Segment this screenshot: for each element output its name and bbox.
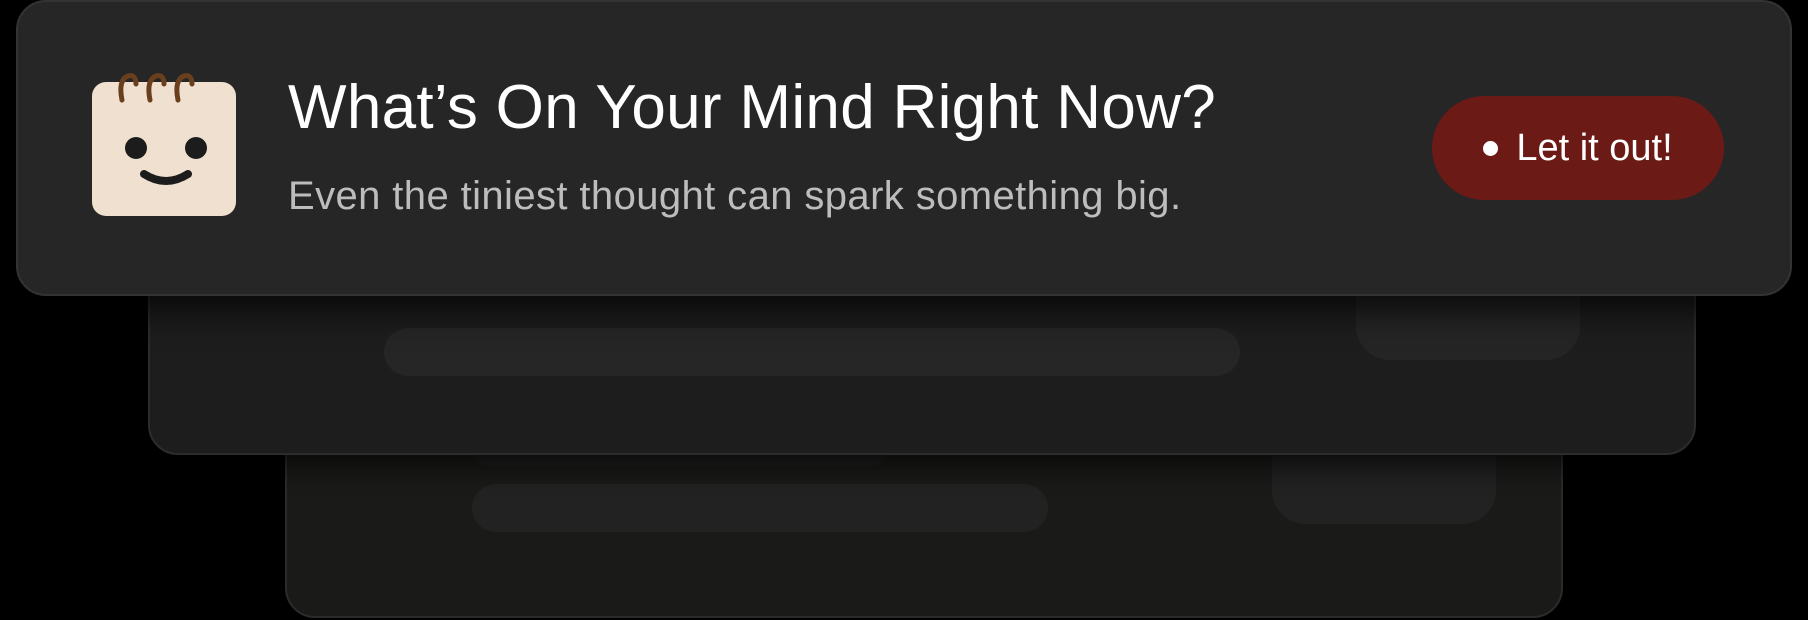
let-it-out-button[interactable]: Let it out! xyxy=(1432,96,1724,200)
prompt-subtitle: Even the tiniest thought can spark somet… xyxy=(288,174,1182,218)
let-it-out-label: Let it out! xyxy=(1516,126,1673,169)
dot-icon xyxy=(1483,140,1499,156)
skeleton-button-placeholder xyxy=(1356,294,1580,360)
smiling-notepad-icon xyxy=(92,70,236,218)
prompt-title: What’s On Your Mind Right Now? xyxy=(288,73,1216,142)
skeleton-line-placeholder xyxy=(384,328,1240,376)
stacked-cards-stage: What’s On Your Mind Right Now? Even the … xyxy=(0,0,1808,620)
skeleton-line-placeholder xyxy=(472,484,1048,532)
skeleton-button-placeholder xyxy=(1272,456,1496,524)
